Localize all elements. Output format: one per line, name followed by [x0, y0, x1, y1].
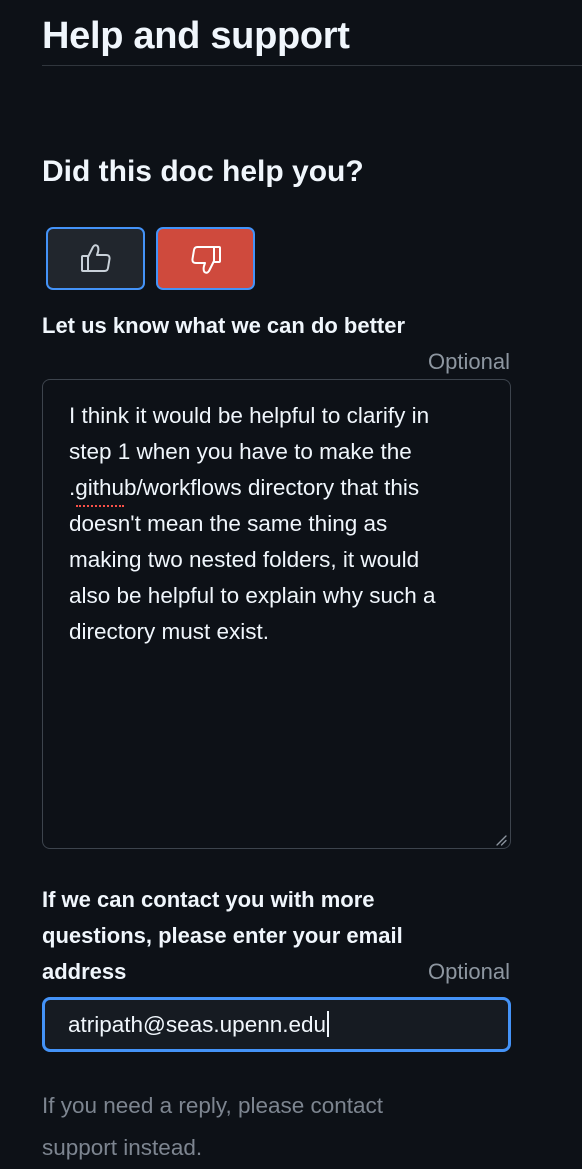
feedback-heading: Did this doc help you?	[42, 155, 364, 188]
thumbs-down-button[interactable]	[156, 227, 255, 290]
thumbs-up-button[interactable]	[46, 227, 145, 290]
text-caret	[327, 1011, 329, 1037]
thumbs-up-icon	[79, 242, 113, 276]
email-field[interactable]: atripath@seas.upenn.edu	[42, 997, 511, 1052]
contact-field-label: If we can contact you with more question…	[42, 887, 403, 984]
optional-hint: Optional	[428, 959, 510, 984]
spellcheck-underline	[76, 505, 124, 507]
optional-hint: Optional	[428, 349, 510, 374]
support-note: If you need a reply, please contact supp…	[42, 1093, 384, 1160]
feedback-textarea-text: I think it would be helpful to clarify i…	[69, 403, 436, 644]
thumbs-down-icon	[189, 242, 223, 276]
page-title: Help and support	[42, 15, 350, 57]
title-divider	[42, 65, 582, 66]
resize-handle-icon[interactable]	[495, 833, 507, 846]
better-field-label: Let us know what we can do better	[42, 313, 406, 338]
feedback-textarea[interactable]: I think it would be helpful to clarify i…	[42, 379, 511, 849]
email-field-value: atripath@seas.upenn.edu	[68, 1012, 327, 1037]
